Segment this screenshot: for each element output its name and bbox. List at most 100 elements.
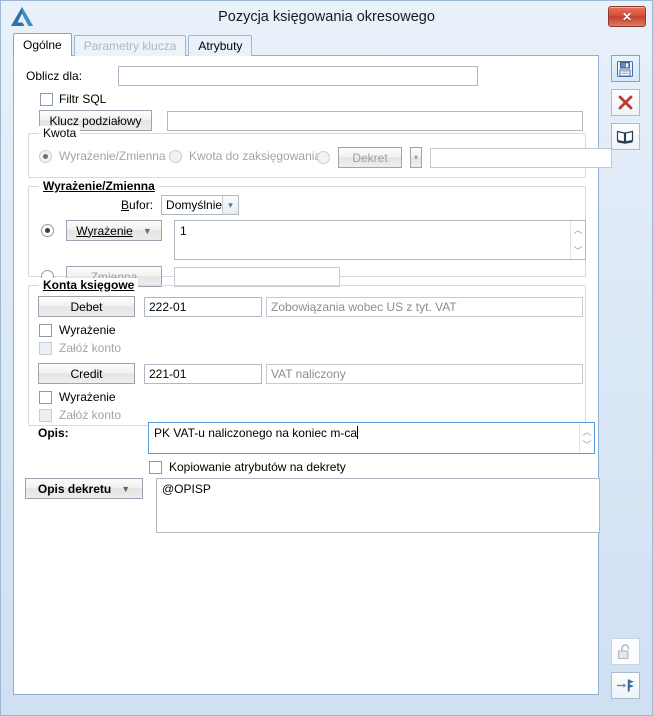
wyrazenie-textarea[interactable]: 1 ︿ ﹀ xyxy=(174,220,586,260)
credit-zaloz-konto-label: Załóż konto xyxy=(59,408,122,422)
general-tab-panel: Oblicz dla: Filtr SQL Klucz podziałowy K… xyxy=(13,55,612,695)
opis-row: Opis: PK VAT-u naliczonego na koniec m-c… xyxy=(38,422,595,454)
open-padlock-icon xyxy=(617,643,630,659)
wyrazenie-button-label: Wyrażenie xyxy=(76,223,133,238)
debet-account-input[interactable]: 222-01 xyxy=(144,296,262,317)
tab-strip: Ogólne Parametry klucza Atrybuty xyxy=(13,33,253,56)
dialog-window: Pozycja księgowania okresowego ✕ Ogólne … xyxy=(0,0,653,716)
window-title: Pozycja księgowania okresowego xyxy=(218,9,435,25)
tab-ogolne[interactable]: Ogólne xyxy=(13,33,72,56)
oblicz-dla-label: Oblicz dla: xyxy=(26,69,83,83)
opis-textarea-scrollbar[interactable]: ︿ ﹀ xyxy=(579,423,594,453)
credit-zaloz-konto-checkbox xyxy=(39,408,52,422)
opis-label: Opis: xyxy=(38,426,69,440)
save-button[interactable] xyxy=(610,55,640,82)
bufor-row: Bufor: Domyślnie ▾ xyxy=(121,195,240,215)
bookmark-button[interactable] xyxy=(610,672,640,699)
chevron-down-icon: ▾ xyxy=(222,196,239,214)
unlock-button xyxy=(610,638,640,665)
credit-account-input[interactable]: 221-01 xyxy=(144,363,262,384)
bufor-label: Bufor: xyxy=(121,198,154,212)
kwota-option-dekret[interactable]: Dekret ▾ xyxy=(317,147,612,168)
klucz-podzialowy-row: Klucz podziałowy xyxy=(39,110,589,131)
help-button[interactable] xyxy=(610,123,640,150)
dekret-input xyxy=(430,147,612,168)
tab-ogolne-label: Ogólne xyxy=(23,38,62,52)
kwota-radio-dekret[interactable] xyxy=(317,151,330,164)
cancel-button[interactable] xyxy=(610,89,640,116)
close-icon: ✕ xyxy=(621,9,633,24)
app-logo-icon xyxy=(9,5,35,29)
text-cursor xyxy=(357,426,358,439)
tab-atrybuty-label: Atrybuty xyxy=(198,39,243,53)
debet-account-description: Zobowiązania wobec US z tyt. VAT xyxy=(266,296,583,317)
opis-dekretu-button-label: Opis dekretu xyxy=(37,481,112,496)
scroll-up-icon: ︿ xyxy=(582,427,592,437)
kwota-option-kwota-do-zaksiegowania[interactable]: Kwota do zaksięgowania xyxy=(169,149,321,163)
wyrazenie-textarea-value: 1 xyxy=(180,224,187,238)
blue-flag-icon xyxy=(616,679,634,692)
floppy-disk-icon xyxy=(617,60,633,77)
credit-account-description: VAT naliczony xyxy=(266,363,583,384)
credit-button[interactable]: Credit xyxy=(38,363,135,384)
debet-wyrazenie-label: Wyrażenie xyxy=(59,323,116,337)
kopiowanie-atrybutow-label: Kopiowanie atrybutów na dekrety xyxy=(169,460,346,474)
debet-wyrazenie-row: Wyrażenie xyxy=(39,323,116,337)
dekret-button: Dekret xyxy=(338,147,402,168)
filtr-sql-checkbox[interactable] xyxy=(40,92,53,106)
kwota-radio-wyrazenie-zmienna[interactable] xyxy=(39,149,52,163)
wyrazenie-radio[interactable] xyxy=(41,224,54,237)
scroll-up-icon: ︿ xyxy=(573,225,583,235)
wyrazenie-row: Wyrażenie ▼ 1 ︿ ﹀ xyxy=(41,220,586,260)
kwota-label-wyrazenie-zmienna: Wyrażenie/Zmienna xyxy=(59,149,166,163)
bufor-combobox-value: Domyślnie xyxy=(166,198,223,212)
chevron-down-icon: ▼ xyxy=(121,483,131,494)
wyrazenie-textarea-scrollbar[interactable]: ︿ ﹀ xyxy=(570,221,585,259)
konta-ksiegowe-group-title: Konta księgowe xyxy=(39,278,139,292)
close-button[interactable]: ✕ xyxy=(608,6,646,27)
wyrazenie-zmienna-group-title: Wyrażenie/Zmienna xyxy=(39,179,159,193)
chevron-down-icon: ▼ xyxy=(142,225,152,236)
credit-zaloz-konto-row: Załóż konto xyxy=(39,408,121,422)
credit-wyrazenie-label: Wyrażenie xyxy=(59,390,116,404)
opis-textarea[interactable]: PK VAT-u naliczonego na koniec m-ca ︿ ﹀ xyxy=(148,422,595,454)
oblicz-dla-row: Oblicz dla: xyxy=(26,66,586,86)
wyrazenie-zmienna-group: Wyrażenie/Zmienna Bufor: Domyślnie ▾ Wyr… xyxy=(28,179,586,287)
opis-dekretu-row: Opis dekretu ▼ @OPISP xyxy=(25,478,600,533)
debet-zaloz-konto-checkbox xyxy=(39,341,52,355)
right-toolbar xyxy=(602,55,648,150)
credit-wyrazenie-row: Wyrażenie xyxy=(39,390,116,404)
kwota-label-kwota-do-zaksiegowania: Kwota do zaksięgowania xyxy=(189,149,322,163)
kwota-radio-kwota-do-zaksiegowania[interactable] xyxy=(169,149,182,163)
wyrazenie-split-button[interactable]: Wyrażenie ▼ xyxy=(66,220,162,241)
bufor-combobox[interactable]: Domyślnie ▾ xyxy=(161,195,240,215)
tab-atrybuty[interactable]: Atrybuty xyxy=(188,35,253,56)
dekret-dropdown-arrow-icon: ▾ xyxy=(410,147,422,168)
klucz-podzialowy-input[interactable] xyxy=(167,110,583,131)
opis-textarea-value: PK VAT-u naliczonego na koniec m-ca xyxy=(149,423,579,453)
debet-button[interactable]: Debet xyxy=(38,296,135,317)
table-row: Credit 221-01 VAT naliczony xyxy=(38,363,583,384)
title-bar: Pozycja księgowania okresowego ✕ xyxy=(1,1,652,33)
debet-wyrazenie-checkbox[interactable] xyxy=(39,323,52,337)
filtr-sql-label: Filtr SQL xyxy=(59,92,107,106)
scroll-down-icon: ﹀ xyxy=(573,246,583,256)
kwota-option-wyrazenie-zmienna[interactable]: Wyrażenie/Zmienna xyxy=(39,149,166,163)
credit-wyrazenie-checkbox[interactable] xyxy=(39,390,52,404)
filtr-sql-row: Filtr SQL xyxy=(40,92,106,106)
opis-dekretu-split-button[interactable]: Opis dekretu ▼ xyxy=(25,478,143,499)
debet-zaloz-konto-label: Załóż konto xyxy=(59,341,122,355)
kopiowanie-atrybutow-checkbox[interactable] xyxy=(149,460,162,474)
oblicz-dla-input[interactable] xyxy=(118,66,478,86)
open-book-icon xyxy=(616,130,634,144)
opis-textarea-text: PK VAT-u naliczonego na koniec m-ca xyxy=(154,426,357,440)
kopiowanie-atrybutow-row: Kopiowanie atrybutów na dekrety xyxy=(149,460,346,474)
kwota-group: Kwota Wyrażenie/Zmienna Kwota do zaksięg… xyxy=(28,126,612,178)
tab-parametry-klucza-label: Parametry klucza xyxy=(83,39,177,53)
table-row: Debet 222-01 Zobowiązania wobec US z tyt… xyxy=(38,296,583,317)
scroll-down-icon: ﹀ xyxy=(582,440,592,450)
konta-ksiegowe-group: Konta księgowe Debet 222-01 Zobowiązania… xyxy=(28,278,586,426)
opis-dekretu-textarea[interactable]: @OPISP xyxy=(156,478,600,533)
right-toolbar-bottom xyxy=(602,638,648,699)
opis-dekretu-textarea-value: @OPISP xyxy=(162,482,211,496)
